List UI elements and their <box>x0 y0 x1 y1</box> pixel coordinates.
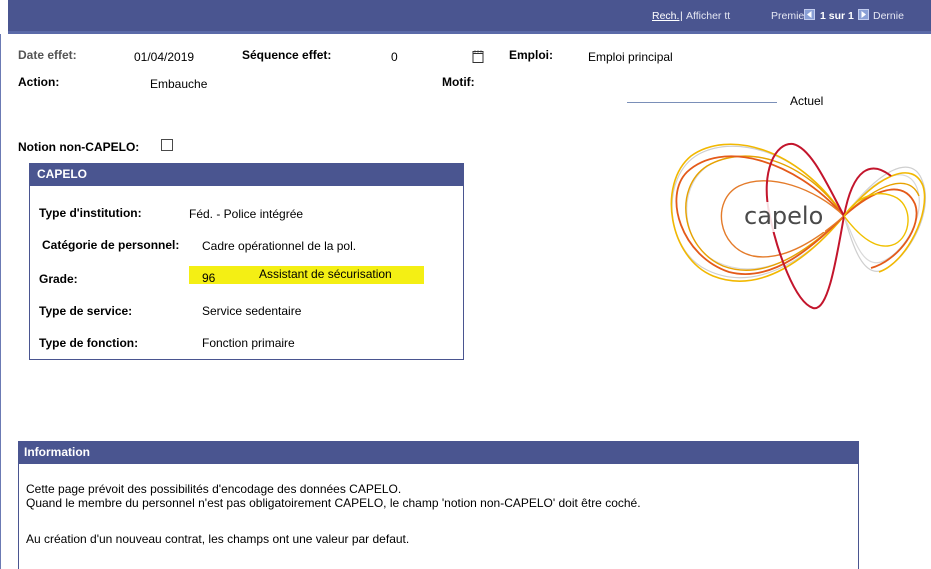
grade-code: 96 <box>202 271 216 285</box>
sequence-label: Séquence effet: <box>242 48 332 62</box>
next-button[interactable] <box>858 9 869 20</box>
grade-description: Assistant de sécurisation <box>259 267 392 281</box>
action-label: Action: <box>18 75 60 89</box>
chevron-right-icon <box>861 11 866 18</box>
information-line-3: Au création d'un nouveau contrat, les ch… <box>26 532 410 546</box>
date-effet-value: 01/04/2019 <box>134 50 195 64</box>
information-title: Information <box>19 442 858 464</box>
chevron-left-icon <box>807 11 812 18</box>
information-line-2: Quand le membre du personnel n'est pas o… <box>26 496 641 510</box>
left-border <box>0 34 1 569</box>
action-value: Embauche <box>150 77 208 91</box>
motif-label: Motif: <box>442 75 475 89</box>
categorie-label: Catégorie de personnel: <box>42 238 180 252</box>
emploi-label: Emploi: <box>509 48 553 62</box>
type-service-label: Type de service: <box>39 304 133 318</box>
type-institution-label: Type d'institution: <box>39 206 142 220</box>
capelo-groupbox: CAPELO <box>29 163 464 360</box>
previous-button[interactable] <box>804 9 815 20</box>
date-effet-label: Date effet: <box>18 48 77 62</box>
last-link[interactable]: Dernie <box>873 10 904 22</box>
non-capelo-checkbox[interactable] <box>161 139 173 151</box>
nav-separator: | <box>680 10 683 22</box>
status-actuel: Actuel <box>790 94 824 108</box>
navigation-bar-strip <box>8 31 931 34</box>
categorie-value: Cadre opérationnel de la pol. <box>202 239 357 253</box>
capelo-title: CAPELO <box>30 164 463 186</box>
document-icon[interactable] <box>472 50 484 63</box>
capelo-logo-wordmark: capelo <box>744 202 823 230</box>
information-line-1: Cette page prévoit des possibilités d'en… <box>26 482 402 496</box>
sequence-value: 0 <box>391 50 398 64</box>
page-indicator: 1 sur 1 <box>820 10 854 22</box>
show-all-link[interactable]: Afficher tt <box>686 10 730 22</box>
type-institution-value: Féd. - Police intégrée <box>189 207 304 221</box>
status-divider <box>627 102 777 103</box>
first-link[interactable]: Premier <box>771 10 808 22</box>
search-link[interactable]: Rech. <box>652 10 679 22</box>
capelo-logo: capelo <box>657 132 931 315</box>
grade-label: Grade: <box>39 272 78 286</box>
type-service-value: Service sedentaire <box>202 304 302 318</box>
type-fonction-value: Fonction primaire <box>202 336 295 350</box>
emploi-value: Emploi principal <box>588 50 673 64</box>
type-fonction-label: Type de fonction: <box>39 336 139 350</box>
non-capelo-label: Notion non-CAPELO: <box>18 140 140 154</box>
